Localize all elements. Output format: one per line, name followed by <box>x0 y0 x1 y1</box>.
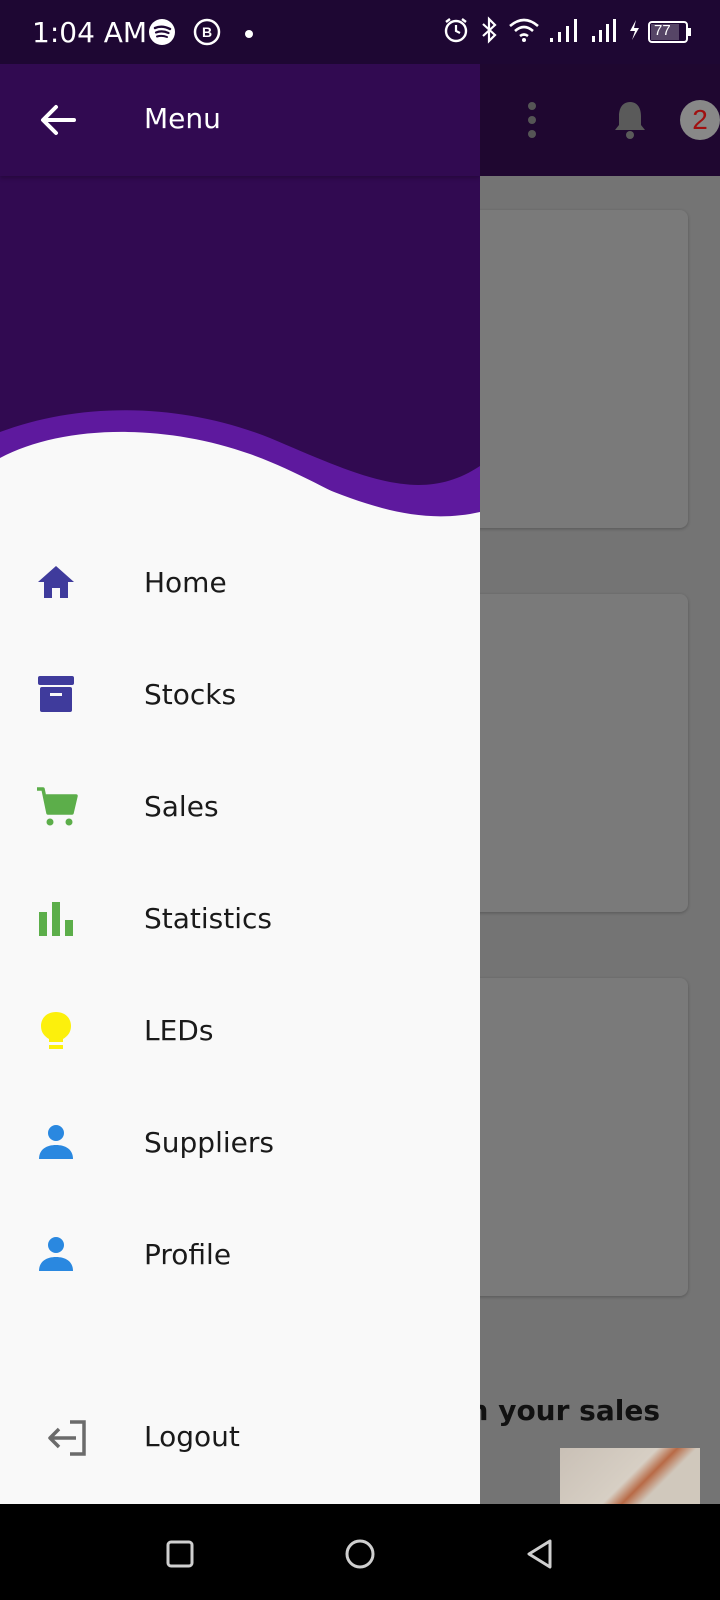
system-nav-bar <box>0 1504 720 1600</box>
menu-item-label: Sales <box>144 790 219 823</box>
lightbulb-icon <box>36 1010 76 1050</box>
spotify-icon <box>148 14 176 55</box>
menu-item-profile[interactable]: Profile <box>0 1204 480 1304</box>
drawer-header: Menu <box>0 64 480 176</box>
drawer-header-wave <box>0 176 480 532</box>
signal-icon <box>548 16 582 49</box>
drawer-title: Menu <box>144 102 221 135</box>
battery-icon: 77 <box>648 21 692 43</box>
status-bar: 1:04 AM B 77 <box>0 0 720 64</box>
recents-button[interactable] <box>160 1534 200 1574</box>
dot-icon <box>244 26 254 44</box>
menu-item-home[interactable]: Home <box>0 532 480 632</box>
menu-item-label: Home <box>144 566 227 599</box>
menu-item-label: LEDs <box>144 1014 214 1047</box>
notification-badge[interactable]: 2 <box>680 100 720 140</box>
status-time: 1:04 AM <box>32 16 148 49</box>
menu-item-suppliers[interactable]: Suppliers <box>0 1092 480 1192</box>
home-button[interactable] <box>340 1534 380 1574</box>
svg-text:B: B <box>202 24 212 40</box>
background-thumbnail <box>560 1448 700 1504</box>
archive-box-icon <box>36 674 76 714</box>
menu-item-sales[interactable]: Sales <box>0 756 480 856</box>
back-button[interactable] <box>520 1534 560 1574</box>
menu-item-label: Stocks <box>144 678 237 711</box>
back-arrow-icon[interactable] <box>36 98 80 142</box>
person-icon <box>36 1122 76 1162</box>
menu-item-leds[interactable]: LEDs <box>0 980 480 1080</box>
b-app-icon: B <box>192 14 222 55</box>
status-icons: 77 <box>442 14 692 50</box>
shopping-cart-icon <box>36 786 78 826</box>
alarm-icon <box>442 16 470 49</box>
more-vert-icon[interactable] <box>526 100 538 145</box>
charging-icon <box>628 16 640 49</box>
logout-icon <box>46 1418 90 1458</box>
home-icon <box>36 562 76 602</box>
menu-item-stocks[interactable]: Stocks <box>0 644 480 744</box>
signal-icon <box>590 16 620 49</box>
menu-item-label: Statistics <box>144 902 272 935</box>
person-icon <box>36 1234 76 1274</box>
navigation-drawer: Menu Home Stocks Sales Statistics LEDs S… <box>0 64 480 1504</box>
notification-bell-icon[interactable] <box>612 98 648 145</box>
menu-item-logout[interactable]: Logout <box>0 1386 480 1486</box>
wifi-icon <box>508 16 540 49</box>
battery-level: 77 <box>654 22 671 39</box>
bluetooth-icon <box>478 15 500 49</box>
menu-item-label: Suppliers <box>144 1126 274 1159</box>
logout-label: Logout <box>144 1420 240 1453</box>
menu-item-label: Profile <box>144 1238 232 1271</box>
bar-chart-icon <box>36 898 76 938</box>
menu-item-statistics[interactable]: Statistics <box>0 868 480 968</box>
